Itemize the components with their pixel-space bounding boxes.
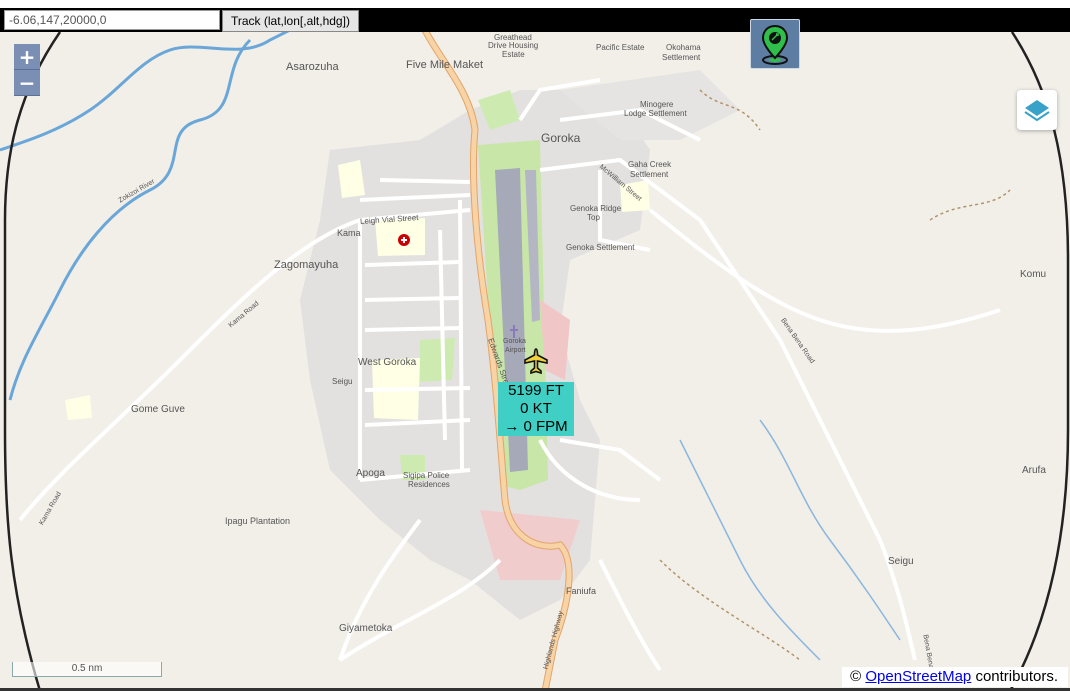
label-goroka: Goroka <box>541 131 581 145</box>
label-okohama-2: Settlement <box>662 53 701 62</box>
label-faniufa: Faniufa <box>566 586 596 596</box>
label-airport: Goroka <box>503 338 526 345</box>
layers-icon <box>1024 100 1050 122</box>
label-komu: Komu <box>1020 269 1046 280</box>
stream-east2 <box>759 419 901 641</box>
label-pacific: Pacific Estate <box>596 43 645 52</box>
label-minogere: Minogere <box>640 100 674 109</box>
label-greathead-3: Estate <box>502 50 525 59</box>
label-okohama: Okohama <box>666 43 701 52</box>
label-sigipa-2: Residences <box>408 480 450 489</box>
label-zagomayuha: Zagomayuha <box>274 259 339 271</box>
vertical-speed-readout: → 0 FPM <box>504 418 568 435</box>
boundary-east <box>929 189 1011 221</box>
location-pin-icon <box>761 24 789 65</box>
zoom-control: + − <box>14 44 40 96</box>
range-circle-east <box>1008 32 1070 691</box>
coordinates-input[interactable] <box>4 10 220 30</box>
openstreetmap-link[interactable]: OpenStreetMap <box>865 668 971 685</box>
label-gaha: Gaha Creek <box>628 160 672 169</box>
scale-bar: 0.5 nm <box>12 662 162 677</box>
top-strip <box>0 0 1070 8</box>
label-asarozuha: Asarozuha <box>286 61 339 73</box>
school-4 <box>65 395 92 420</box>
zoom-out-button[interactable]: − <box>14 70 40 96</box>
locate-button[interactable] <box>750 19 800 69</box>
airplane-icon <box>524 348 548 375</box>
attribution-suffix: contributors. <box>975 668 1058 685</box>
label-bena-road: Bena Bena Road <box>779 317 815 365</box>
aircraft-info-box: 5199 FT 0 KT → 0 FPM <box>498 382 574 436</box>
altitude-readout: 5199 FT <box>508 382 564 399</box>
river-zokizoi <box>8 38 252 401</box>
park-2 <box>420 338 455 382</box>
label-seigu-west: Seigu <box>332 377 352 386</box>
label-kama: Kama <box>337 228 361 238</box>
label-bena-road-2: Bena Bena <box>921 634 934 669</box>
stream-east <box>679 439 821 661</box>
zoom-in-button[interactable]: + <box>14 44 40 70</box>
river-west <box>0 32 290 152</box>
label-arufa: Arufa <box>1022 465 1046 476</box>
label-giyametoka: Giyametoka <box>339 623 393 634</box>
attribution: © OpenStreetMap contributors. <box>842 667 1068 687</box>
label-sigipa: Sigipa Police <box>403 471 450 480</box>
label-west-goroka: West Goroka <box>358 357 417 368</box>
label-genoka-settlement: Genoka Settlement <box>566 243 635 252</box>
label-kama-road: Kama Road <box>228 300 261 329</box>
label-minogere-2: Lodge Settlement <box>624 109 687 118</box>
label-apoga: Apoga <box>356 468 385 479</box>
layers-button[interactable] <box>1017 90 1057 130</box>
track-button[interactable]: Track (lat,lon[,alt,hdg]) <box>222 10 359 32</box>
label-greathead-2: Drive Housing <box>488 41 538 50</box>
label-gaha-2: Settlement <box>630 170 669 179</box>
label-genoka-ridge-2: Top <box>587 213 600 222</box>
speed-readout: 0 KT <box>520 400 552 417</box>
label-seigu-east: Seigu <box>888 556 914 567</box>
label-genoka-ridge: Genoka Ridge <box>570 204 622 213</box>
label-five-mile: Five Mile Maket <box>406 59 483 71</box>
label-gome-guve: Gome Guve <box>131 404 185 415</box>
label-ipagu: Ipagu Plantation <box>225 516 290 526</box>
boundary-south <box>659 559 801 661</box>
attribution-prefix: © <box>850 668 862 685</box>
